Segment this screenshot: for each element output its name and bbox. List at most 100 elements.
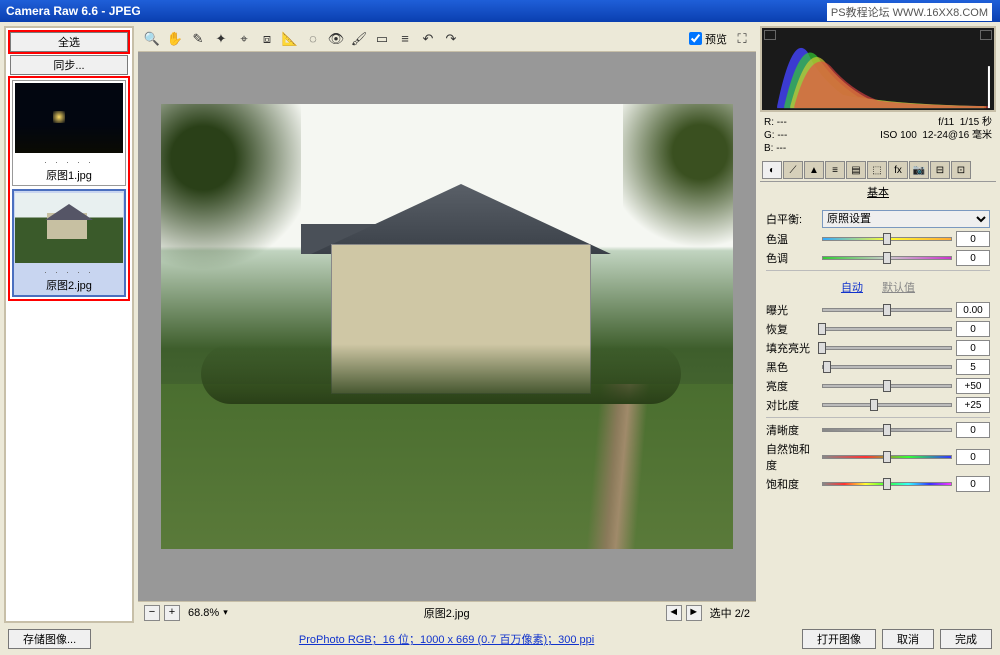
prefs-icon[interactable]: ≡ (397, 31, 413, 47)
filename-display: 原图2.jpg (232, 605, 662, 621)
done-button[interactable]: 完成 (940, 629, 992, 649)
fill-slider[interactable] (822, 341, 952, 355)
tab-hsl[interactable]: ≡ (825, 161, 845, 179)
sat-label: 饱和度 (766, 476, 818, 492)
temp-value[interactable]: 0 (956, 231, 990, 247)
workflow-link[interactable]: ProPhoto RGB；16 位；1000 x 669 (0.7 百万像素)；… (97, 631, 796, 647)
contrast-value[interactable]: +25 (956, 397, 990, 413)
rating-dots: . . . . . (44, 155, 94, 165)
wb-select[interactable]: 原照设置 (822, 210, 990, 228)
bright-value[interactable]: +50 (956, 378, 990, 394)
panel-tabs: ◐ ⟋ ▲ ≡ ▤ ⬚ fx 📷 ⊟ ⊡ (760, 159, 996, 179)
crop-tool-icon[interactable]: ⧈ (259, 31, 275, 47)
sat-value[interactable]: 0 (956, 476, 990, 492)
meta-iso: ISO 100 12-24@16 毫米 (880, 129, 992, 142)
tint-value[interactable]: 0 (956, 250, 990, 266)
toolbar: 🔍 ✋ ✎ ✦ ⌖ ⧈ 📐 ◌ 👁 🖌 ▭ ≡ ↶ ↷ 预览 ⛶ (138, 26, 756, 52)
rotate-ccw-icon[interactable]: ↶ (420, 31, 436, 47)
vibrance-label: 自然饱和度 (766, 441, 818, 473)
clarity-slider[interactable] (822, 423, 952, 437)
zoom-tool-icon[interactable]: 🔍 (144, 31, 160, 47)
tab-curve[interactable]: ⟋ (783, 161, 803, 179)
thumbnail-image-1 (15, 83, 123, 153)
black-label: 黑色 (766, 359, 818, 375)
filmstrip: 全选 同步... . . . . . 原图1.jpg . . . . . 原图2… (4, 26, 134, 623)
prev-image-button[interactable]: ◄ (666, 605, 682, 621)
tab-lens[interactable]: ⬚ (867, 161, 887, 179)
sync-button[interactable]: 同步... (10, 55, 128, 75)
open-image-button[interactable]: 打开图像 (802, 629, 876, 649)
bright-label: 亮度 (766, 378, 818, 394)
meta-exposure: f/11 1/15 秒 (880, 116, 992, 129)
vibrance-value[interactable]: 0 (956, 449, 990, 465)
thumbnail-image-2 (15, 193, 123, 263)
gradient-filter-icon[interactable]: ▭ (374, 31, 390, 47)
recovery-label: 恢复 (766, 321, 818, 337)
fill-value[interactable]: 0 (956, 340, 990, 356)
next-image-button[interactable]: ► (686, 605, 702, 621)
footer: 存储图像... ProPhoto RGB；16 位；1000 x 669 (0.… (4, 627, 996, 651)
center-panel: 🔍 ✋ ✎ ✦ ⌖ ⧈ 📐 ◌ 👁 🖌 ▭ ≡ ↶ ↷ 预览 ⛶ (138, 26, 756, 623)
black-slider[interactable] (822, 360, 952, 374)
redeye-tool-icon[interactable]: 👁 (328, 31, 344, 47)
recovery-slider[interactable] (822, 322, 952, 336)
shadow-clip-icon[interactable] (764, 30, 776, 40)
straighten-tool-icon[interactable]: 📐 (282, 31, 298, 47)
canvas[interactable] (138, 52, 756, 601)
tab-presets[interactable]: ⊟ (930, 161, 950, 179)
thumbnail-1[interactable]: . . . . . 原图1.jpg (12, 80, 126, 186)
temp-slider[interactable] (822, 232, 952, 246)
cancel-button[interactable]: 取消 (882, 629, 934, 649)
save-image-button[interactable]: 存储图像... (8, 629, 91, 649)
preview-checkbox[interactable] (689, 32, 702, 45)
tint-label: 色调 (766, 250, 818, 266)
right-panel: R: --- G: --- B: --- f/11 1/15 秒 ISO 100… (760, 26, 996, 623)
vibrance-slider[interactable] (822, 450, 952, 464)
sat-slider[interactable] (822, 477, 952, 491)
tab-basic[interactable]: ◐ (762, 161, 782, 179)
clarity-value[interactable]: 0 (956, 422, 990, 438)
spot-removal-icon[interactable]: ◌ (305, 31, 321, 47)
color-sampler-icon[interactable]: ✦ (213, 31, 229, 47)
fullscreen-icon[interactable]: ⛶ (734, 31, 750, 47)
exposure-slider[interactable] (822, 303, 952, 317)
hand-tool-icon[interactable]: ✋ (167, 31, 183, 47)
tab-snapshots[interactable]: ⊡ (951, 161, 971, 179)
tint-slider[interactable] (822, 251, 952, 265)
clarity-label: 清晰度 (766, 422, 818, 438)
highlight-clip-icon[interactable] (980, 30, 992, 40)
app-title: Camera Raw 6.6 - JPEG (6, 4, 141, 18)
selection-count: 选中 2/2 (710, 605, 750, 621)
zoom-in-button[interactable]: + (164, 605, 180, 621)
tab-camera[interactable]: 📷 (909, 161, 929, 179)
contrast-slider[interactable] (822, 398, 952, 412)
recovery-value[interactable]: 0 (956, 321, 990, 337)
tab-split[interactable]: ▤ (846, 161, 866, 179)
tab-fx[interactable]: fx (888, 161, 908, 179)
histogram[interactable] (760, 26, 996, 112)
zoom-out-button[interactable]: − (144, 605, 160, 621)
adjustment-brush-icon[interactable]: 🖌 (351, 31, 367, 47)
zoom-level[interactable]: 68.8% (188, 607, 219, 619)
exposure-label: 曝光 (766, 302, 818, 318)
watermark: PS教程论坛 WWW.16XX8.COM (827, 3, 992, 21)
select-all-button[interactable]: 全选 (10, 32, 128, 52)
rating-dots: . . . . . (44, 265, 94, 275)
basic-panel: 白平衡: 原照设置 色温 0 色调 0 自动 默认值 曝光 0.00 恢复 0 填充亮光… (760, 204, 996, 623)
fill-label: 填充亮光 (766, 340, 818, 356)
bright-slider[interactable] (822, 379, 952, 393)
rotate-cw-icon[interactable]: ↷ (443, 31, 459, 47)
temp-label: 色温 (766, 231, 818, 247)
tab-detail[interactable]: ▲ (804, 161, 824, 179)
black-value[interactable]: 5 (956, 359, 990, 375)
wb-tool-icon[interactable]: ✎ (190, 31, 206, 47)
wb-label: 白平衡: (766, 211, 818, 227)
thumbnail-label: 原图2.jpg (46, 277, 92, 293)
exif-meta: R: --- G: --- B: --- f/11 1/15 秒 ISO 100… (760, 114, 996, 157)
exposure-value[interactable]: 0.00 (956, 302, 990, 318)
thumbnail-label: 原图1.jpg (46, 167, 92, 183)
thumbnail-2[interactable]: . . . . . 原图2.jpg (12, 189, 126, 297)
auto-link[interactable]: 自动 (841, 282, 863, 294)
default-link[interactable]: 默认值 (882, 282, 915, 294)
target-adjust-icon[interactable]: ⌖ (236, 31, 252, 47)
